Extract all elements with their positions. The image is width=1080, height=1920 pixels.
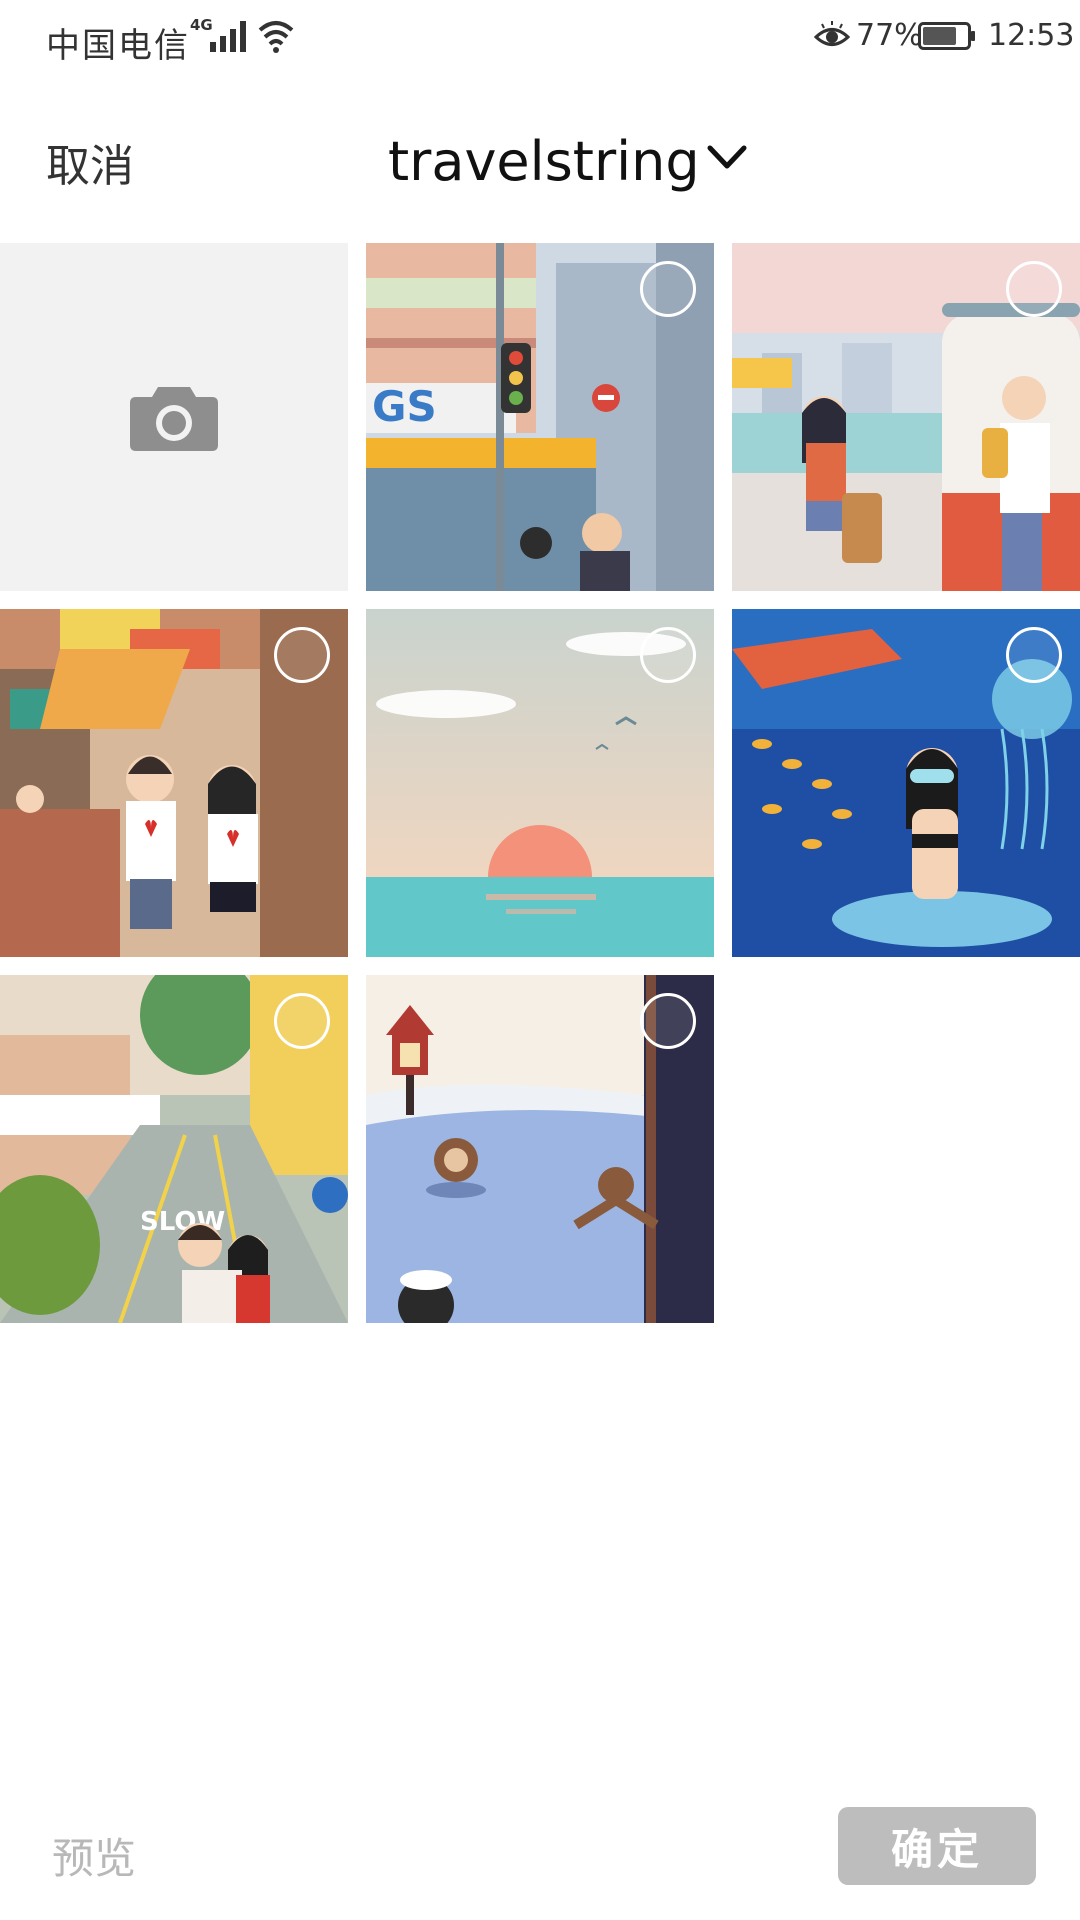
svg-text:GS: GS [372, 382, 437, 431]
cancel-button[interactable]: 取消 [46, 130, 134, 194]
photo-thumbnail[interactable]: SLOW [0, 975, 348, 1323]
signal-icon [210, 21, 246, 52]
photo-thumbnail[interactable] [732, 243, 1080, 591]
select-checkbox[interactable] [640, 993, 696, 1049]
photo-thumbnail[interactable] [0, 609, 348, 957]
photo-thumbnail[interactable] [732, 609, 1080, 957]
photo-thumbnail[interactable]: GS [366, 243, 714, 591]
battery-icon [918, 22, 975, 50]
clock: 12:53 [988, 18, 1075, 53]
photo-thumbnail[interactable] [366, 609, 714, 957]
chevron-down-icon[interactable] [704, 138, 750, 178]
camera-icon [130, 387, 218, 451]
camera-tile[interactable] [0, 243, 348, 591]
select-checkbox[interactable] [640, 627, 696, 683]
preview-button[interactable]: 预览 [52, 1825, 136, 1886]
photo-thumbnail[interactable] [366, 975, 714, 1323]
select-checkbox[interactable] [274, 993, 330, 1049]
carrier-name: 中国电信 [46, 26, 190, 66]
select-checkbox[interactable] [1006, 261, 1062, 317]
select-checkbox[interactable] [1006, 627, 1062, 683]
battery-percent: 77% [856, 18, 923, 53]
eye-comfort-icon [814, 21, 850, 46]
confirm-button[interactable]: 确定 [838, 1807, 1036, 1885]
select-checkbox[interactable] [640, 261, 696, 317]
wifi-icon [258, 21, 294, 53]
select-checkbox[interactable] [274, 627, 330, 683]
album-selector[interactable]: travelstring [388, 130, 700, 193]
status-bar: 中国电信 4G 77% 12:53 [0, 0, 1080, 78]
